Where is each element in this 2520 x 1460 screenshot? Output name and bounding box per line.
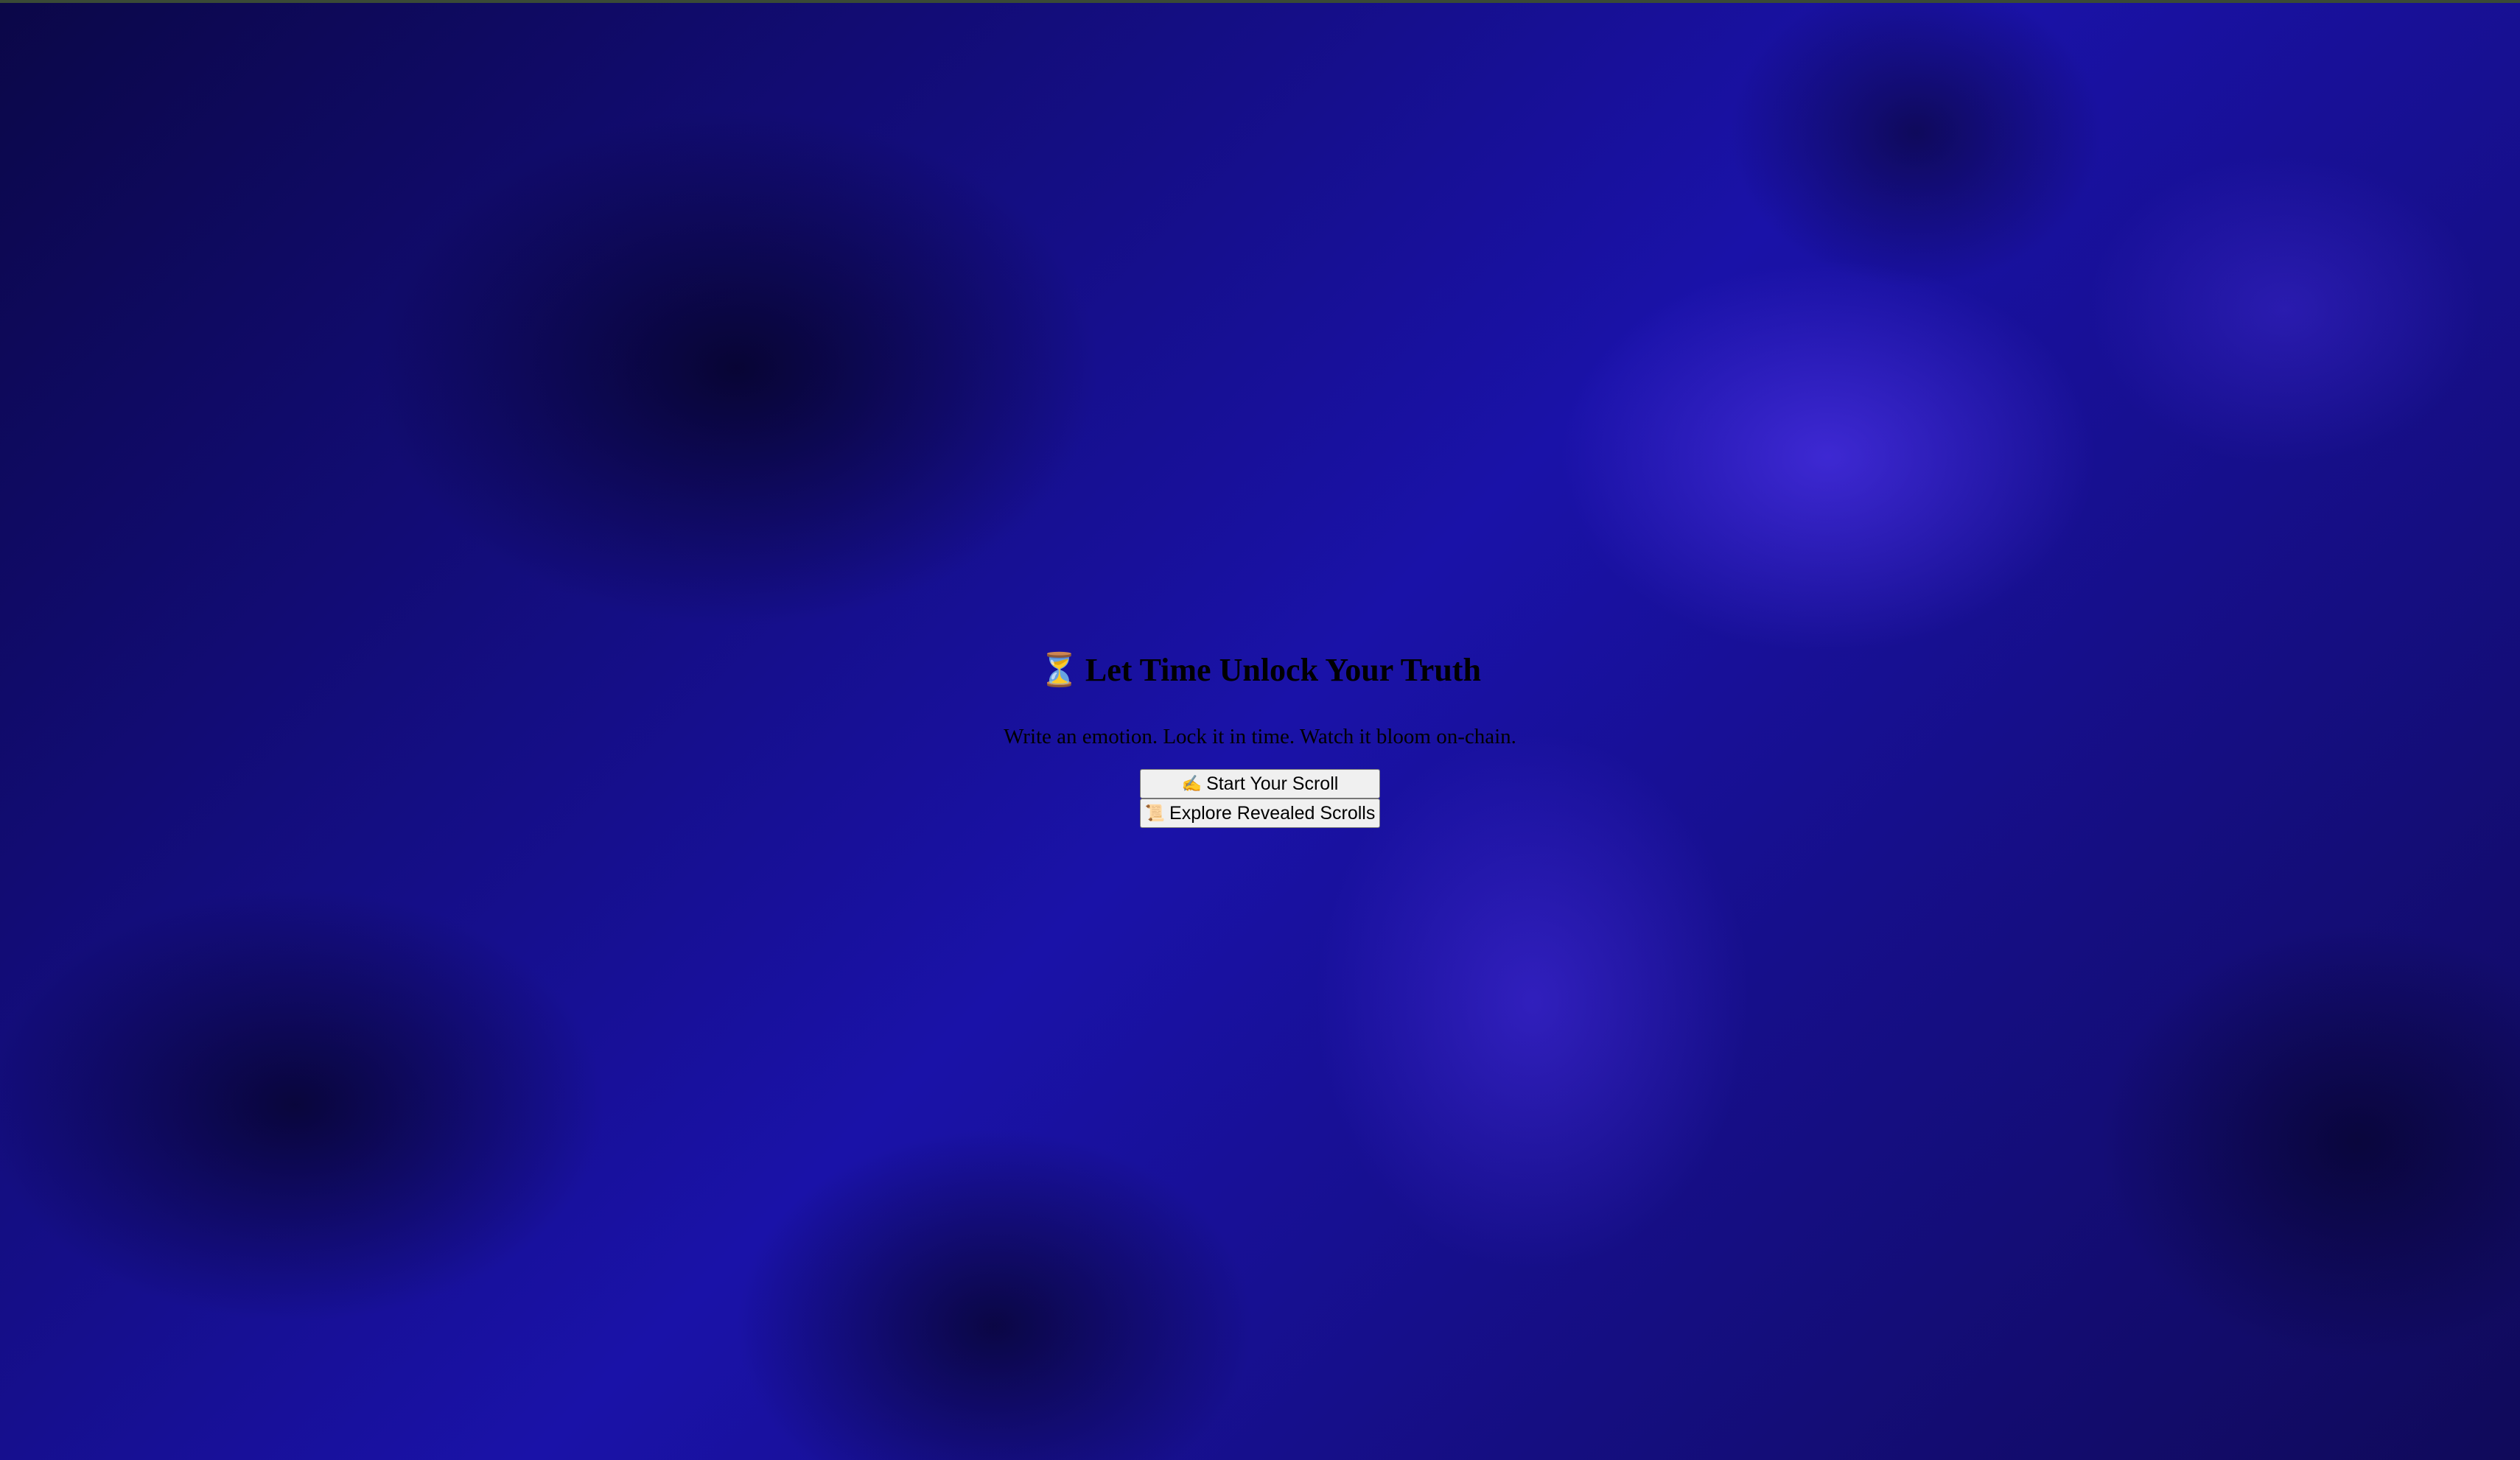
hourglass-icon: ⏳ <box>1039 652 1079 688</box>
writing-hand-icon: ✍️ <box>1181 774 1203 793</box>
page-title: ⏳ Let Time Unlock Your Truth <box>0 648 2520 692</box>
top-border-line <box>0 0 2520 3</box>
explore-scrolls-button[interactable]: 📜 Explore Revealed Scrolls <box>1140 799 1380 828</box>
page-title-text: Let Time Unlock Your Truth <box>1085 652 1481 688</box>
scroll-icon: 📜 <box>1144 804 1166 822</box>
start-scroll-label: Start Your Scroll <box>1206 773 1339 794</box>
action-buttons: ✍️ Start Your Scroll 📜 Explore Revealed … <box>0 769 2520 828</box>
hero-section: ⏳ Let Time Unlock Your Truth Write an emo… <box>0 648 2520 828</box>
explore-scrolls-label: Explore Revealed Scrolls <box>1169 802 1376 824</box>
start-scroll-button[interactable]: ✍️ Start Your Scroll <box>1140 769 1380 799</box>
page-subtitle: Write an emotion. Lock it in time. Watch… <box>1004 725 1516 748</box>
